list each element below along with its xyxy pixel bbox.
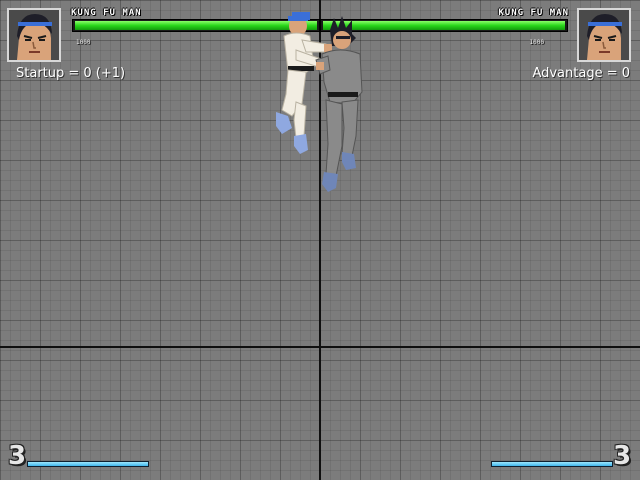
p1-debug-text: Startup = 0 (+1)	[16, 66, 126, 81]
p2-power-label: 1000	[529, 39, 544, 46]
p2-fighter-sprite	[315, 16, 363, 192]
p1-powerbar-fill	[28, 462, 148, 466]
p2-powerbar	[491, 461, 613, 467]
training-stage-grid: KUNG FU MAN 1000 Startup = 0 (+1) KUNG F…	[0, 0, 640, 480]
p1-name: KUNG FU MAN	[71, 8, 142, 18]
p1-powerbar	[27, 461, 149, 467]
p2-portrait-icon	[577, 8, 631, 62]
p2-powerbar-fill	[492, 462, 612, 466]
p1-power-level: 3	[8, 441, 27, 471]
p2-debug-text: Advantage = 0	[532, 66, 630, 81]
p2-name: KUNG FU MAN	[498, 8, 569, 18]
p1-power-label: 1000	[76, 39, 91, 46]
ground-axis-horizontal	[0, 346, 640, 348]
p1-portrait-icon	[7, 8, 61, 62]
p2-power-level: 3	[613, 441, 632, 471]
